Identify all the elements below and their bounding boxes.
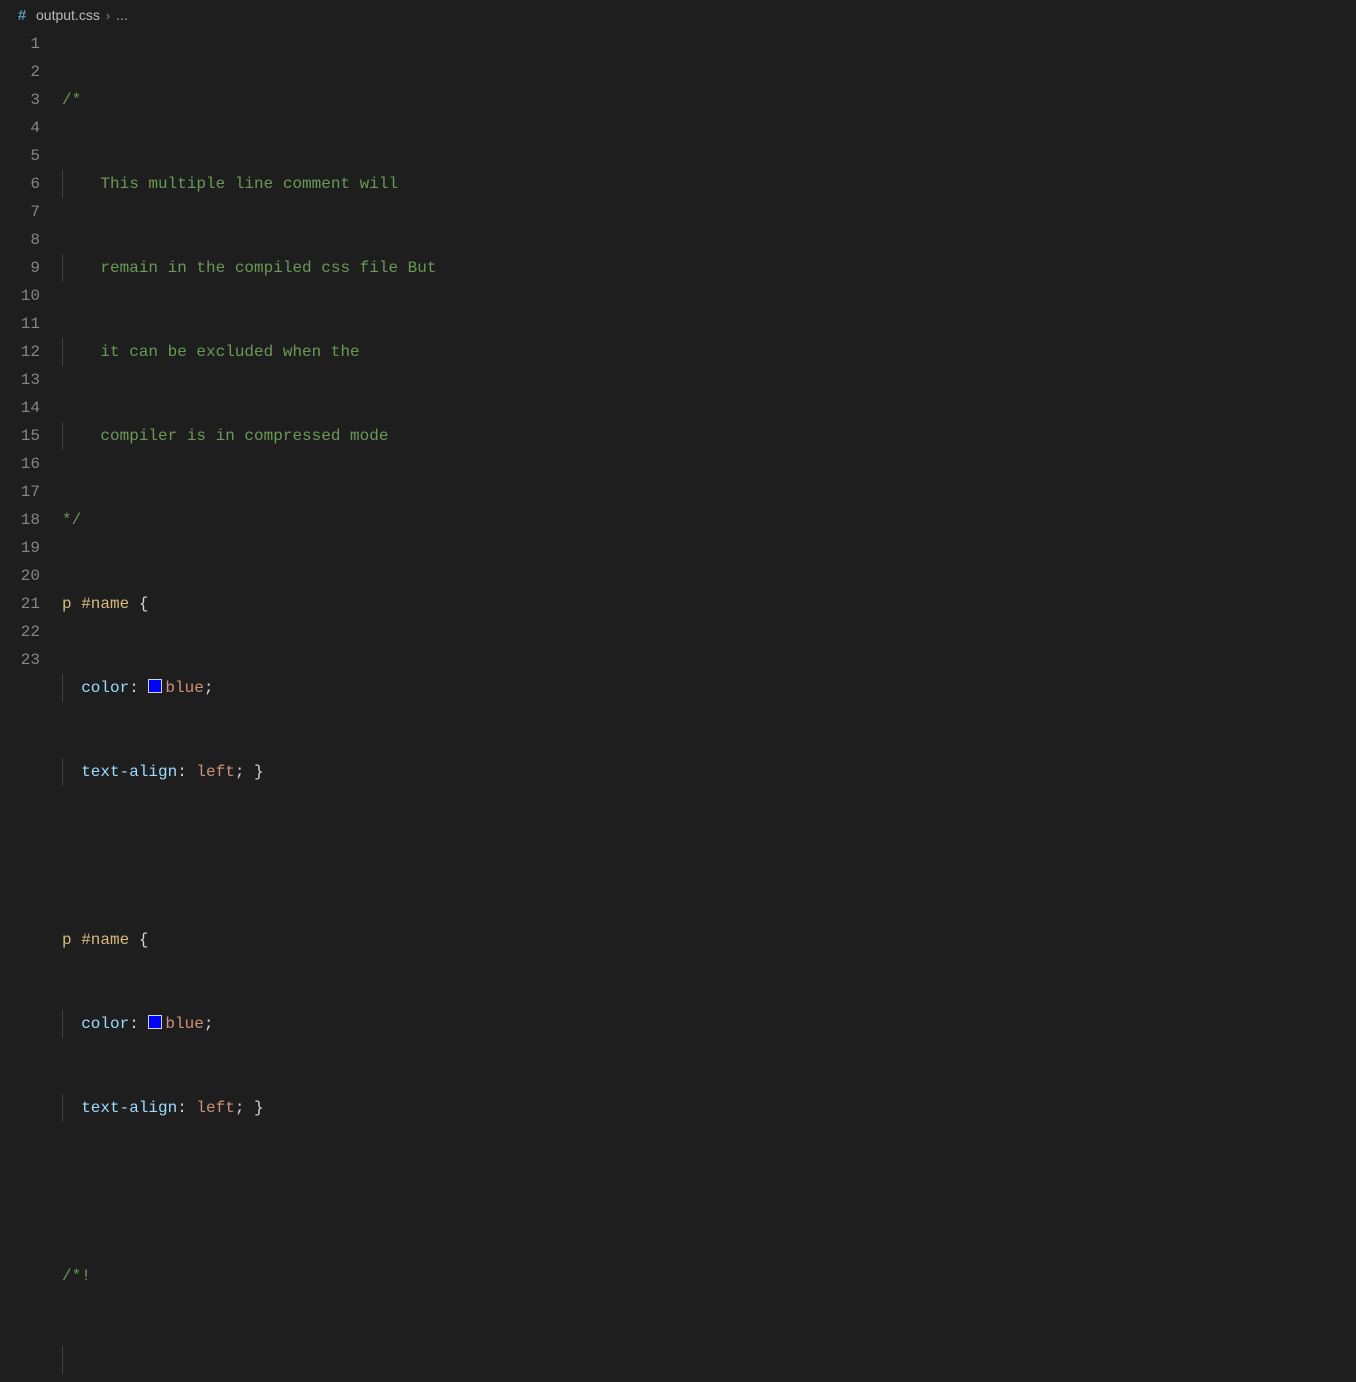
code-editor[interactable]: 1 2 3 4 5 6 7 8 9 10 11 12 13 14 15 16 1… [0, 30, 1356, 691]
property-token: color [81, 1015, 129, 1033]
selector-token: p #name [62, 931, 129, 949]
line-number: 8 [0, 226, 40, 254]
code-line[interactable]: This multiple line comment will [62, 170, 1356, 198]
code-line[interactable] [62, 842, 1356, 870]
brace-token: { [129, 931, 148, 949]
color-swatch-icon[interactable] [148, 1015, 162, 1029]
breadcrumb[interactable]: # output.css › ... [0, 0, 1356, 30]
code-line[interactable]: */ [62, 506, 1356, 534]
line-number: 5 [0, 142, 40, 170]
line-number-gutter: 1 2 3 4 5 6 7 8 9 10 11 12 13 14 15 16 1… [0, 30, 62, 691]
line-number: 15 [0, 422, 40, 450]
line-number: 23 [0, 646, 40, 674]
value-token: blue [165, 1015, 203, 1033]
line-number: 21 [0, 590, 40, 618]
punct-token: ; [204, 679, 214, 697]
property-token: color [81, 679, 129, 697]
comment-token: compiler is in compressed mode [62, 427, 388, 445]
chevron-right-icon: › [106, 8, 110, 23]
code-content[interactable]: /* This multiple line comment will remai… [62, 30, 1356, 691]
comment-token: /* [62, 91, 81, 109]
line-number: 20 [0, 562, 40, 590]
code-line[interactable]: remain in the compiled css file But [62, 254, 1356, 282]
line-number: 1 [0, 30, 40, 58]
breadcrumb-filename[interactable]: output.css [36, 7, 100, 23]
value-token: left [196, 1099, 234, 1117]
comment-token: /*! [62, 1267, 91, 1285]
code-line[interactable]: compiler is in compressed mode [62, 422, 1356, 450]
punct-token: : [177, 1099, 196, 1117]
line-number: 6 [0, 170, 40, 198]
line-number: 18 [0, 506, 40, 534]
line-number: 7 [0, 198, 40, 226]
code-line[interactable]: p #name { [62, 926, 1356, 954]
code-line[interactable]: text-align: left; } [62, 1094, 1356, 1122]
property-token: text-align [81, 763, 177, 781]
value-token: blue [165, 679, 203, 697]
line-number: 12 [0, 338, 40, 366]
breadcrumb-more[interactable]: ... [116, 7, 128, 23]
punct-token: ; [204, 1015, 214, 1033]
punct-token: : [129, 679, 148, 697]
selector-token: p #name [62, 595, 129, 613]
code-line[interactable]: color: blue; [62, 1010, 1356, 1038]
code-line[interactable]: color: blue; [62, 674, 1356, 702]
code-line[interactable]: p #name { [62, 590, 1356, 618]
punct-token: ; } [235, 1099, 264, 1117]
line-number: 4 [0, 114, 40, 142]
line-number: 11 [0, 310, 40, 338]
line-number: 13 [0, 366, 40, 394]
punct-token: ; } [235, 763, 264, 781]
line-number: 14 [0, 394, 40, 422]
line-number: 3 [0, 86, 40, 114]
brace-token: { [129, 595, 148, 613]
line-number: 9 [0, 254, 40, 282]
punct-token: : [177, 763, 196, 781]
comment-token: remain in the compiled css file But [62, 259, 436, 277]
comment-token: */ [62, 511, 81, 529]
line-number: 10 [0, 282, 40, 310]
code-line[interactable]: /*! [62, 1262, 1356, 1290]
line-number: 17 [0, 478, 40, 506]
value-token: left [196, 763, 234, 781]
punct-token: : [129, 1015, 148, 1033]
property-token: text-align [81, 1099, 177, 1117]
line-number: 2 [0, 58, 40, 86]
comment-token: it can be excluded when the [62, 343, 360, 361]
line-number: 22 [0, 618, 40, 646]
comment-token: This multiple line comment will [62, 175, 398, 193]
code-line[interactable] [62, 1346, 1356, 1374]
line-number: 16 [0, 450, 40, 478]
code-line[interactable]: text-align: left; } [62, 758, 1356, 786]
code-line[interactable]: /* [62, 86, 1356, 114]
code-line[interactable]: it can be excluded when the [62, 338, 1356, 366]
line-number: 19 [0, 534, 40, 562]
code-line[interactable] [62, 1178, 1356, 1206]
css-file-icon: # [14, 7, 30, 24]
